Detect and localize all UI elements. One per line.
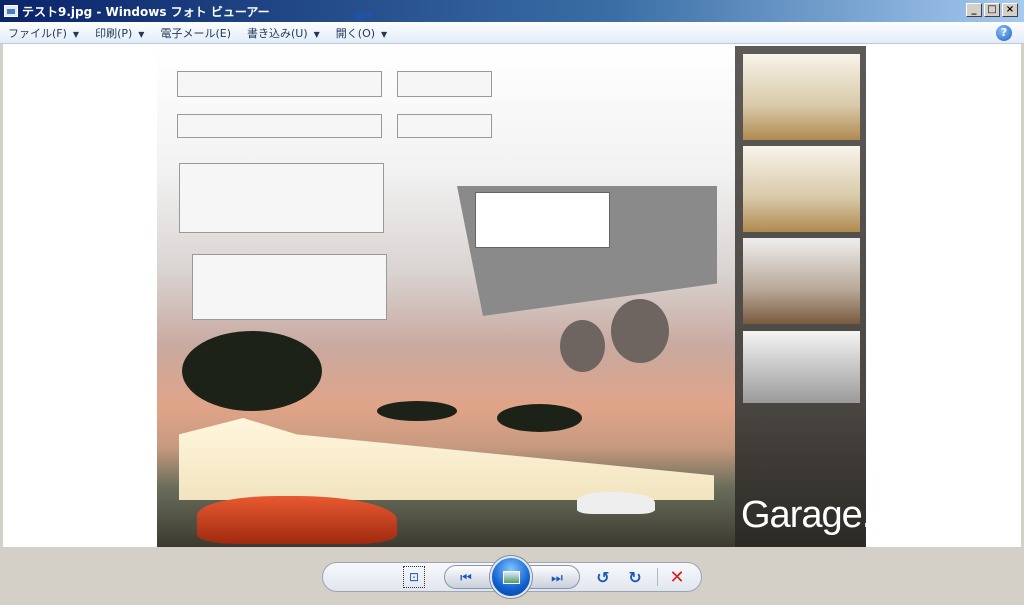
rotate-clockwise-icon: ↻: [628, 567, 642, 587]
zoom-button[interactable]: ⊕ ▼: [348, 3, 378, 27]
section-drawing: [397, 71, 492, 97]
menu-label: 書き込み(U): [247, 26, 308, 40]
site-circle: [611, 299, 669, 363]
photo-caption: Garage.: [741, 494, 866, 536]
delete-button[interactable]: ✕: [667, 565, 687, 589]
delete-icon: ✕: [669, 566, 685, 588]
close-button[interactable]: ×: [1002, 3, 1018, 17]
menu-label: ファイル(F): [8, 26, 67, 40]
chevron-down-icon: ▼: [381, 29, 388, 39]
title-bar: テスト9.jpg - Windows フォト ビューアー _ □ ×: [0, 0, 1024, 22]
slideshow-button[interactable]: [490, 556, 532, 598]
menu-bar: ファイル(F) ▼ 印刷(P) ▼ 電子メール(E) 書き込み(U) ▼ 開く(O) ▼…: [0, 22, 1024, 44]
chevron-down-icon: ▼: [313, 29, 320, 39]
previous-button[interactable]: ⏮: [455, 566, 477, 590]
toolbar-divider: [657, 568, 658, 586]
white-car: [577, 492, 655, 514]
tree: [182, 331, 322, 411]
minimize-button[interactable]: _: [966, 3, 982, 17]
photo-viewer-icon: [4, 5, 18, 17]
next-icon: ⏭: [551, 570, 563, 586]
slideshow-icon: [503, 571, 520, 584]
zoom-icon: ⊕: [353, 5, 367, 25]
menu-email[interactable]: 電子メール(E): [160, 25, 231, 41]
menu-file[interactable]: ファイル(F) ▼: [8, 25, 79, 41]
site-plan-building: [475, 192, 610, 248]
menu-label: 電子メール(E): [160, 26, 231, 40]
red-car: [197, 496, 397, 544]
render-thumbnail: [743, 238, 860, 324]
chevron-down-icon: ▼: [138, 29, 145, 39]
section-drawing: [397, 114, 492, 138]
render-thumbnail-panel: [735, 46, 866, 547]
rotate-counterclockwise-icon: ↺: [596, 567, 610, 587]
tree: [377, 401, 457, 421]
window-title: テスト9.jpg - Windows フォト ビューアー: [22, 4, 270, 19]
rotate-counterclockwise-button[interactable]: ↺: [593, 565, 613, 589]
site-circle: [560, 320, 605, 372]
maximize-button[interactable]: □: [984, 3, 1000, 17]
menu-print[interactable]: 印刷(P) ▼: [95, 25, 144, 41]
render-thumbnail: [743, 54, 860, 140]
help-icon[interactable]: ?: [996, 25, 1012, 41]
elevation-drawing: [177, 114, 382, 138]
fit-to-window-icon: ⊡: [408, 570, 420, 584]
fit-to-window-button[interactable]: ⊡: [403, 566, 425, 588]
chevron-down-icon: ▼: [366, 10, 373, 20]
render-thumbnail: [743, 146, 860, 232]
floor-plan: [179, 163, 384, 233]
menu-label: 印刷(P): [95, 26, 133, 40]
next-button[interactable]: ⏭: [546, 566, 568, 590]
rotate-clockwise-button[interactable]: ↻: [625, 565, 645, 589]
previous-icon: ⏮: [460, 570, 472, 586]
menu-burn[interactable]: 書き込み(U) ▼: [247, 25, 320, 41]
displayed-photo: Garage.: [157, 46, 866, 547]
menu-label: 開く(O): [335, 26, 376, 40]
garage-building: [179, 418, 714, 500]
elevation-drawing: [177, 71, 382, 97]
chevron-down-icon: ▼: [72, 29, 80, 39]
tree: [497, 404, 582, 432]
floor-plan: [192, 254, 387, 320]
render-thumbnail: [743, 331, 860, 403]
